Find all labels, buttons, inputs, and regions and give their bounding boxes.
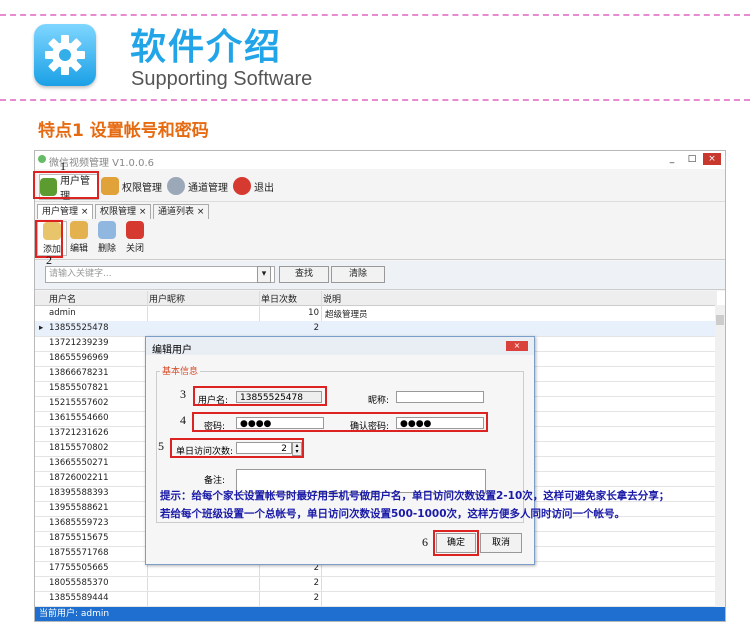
delete-icon <box>98 221 116 239</box>
action-label: 删除 <box>97 244 116 254</box>
tip-line-1: 提示：给每个家长设置帐号时最好用手机号做用户名，单日访问次数设置2-10次，这样… <box>160 490 670 502</box>
cell-daily-count: 2 <box>313 323 319 333</box>
nickname-field[interactable] <box>396 391 484 403</box>
dialog-title: 编辑用户 <box>152 345 192 356</box>
tab-user-manage[interactable]: 用户管理 × <box>37 204 94 219</box>
cell-username: 13665550271 <box>49 458 109 468</box>
highlight-box-3 <box>193 386 327 406</box>
search-input[interactable]: 请输入关键字... <box>45 266 275 283</box>
cell-username: 18755515675 <box>49 533 109 543</box>
tab-permission-manage[interactable]: 权限管理 × <box>95 204 152 219</box>
cell-username: 18055585370 <box>49 578 109 588</box>
table-header: 用户名 用户昵称 单日次数 说明 <box>35 291 717 306</box>
highlight-box-1 <box>33 171 99 199</box>
tip-line-2: 若给每个班级设置一个总帐号，单日访问次数设置500-1000次，这样方便多人同时… <box>160 508 625 520</box>
toolbar-label: 退出 <box>254 182 274 194</box>
cell-username: 18755571768 <box>49 548 109 558</box>
column-header-daily-count: 单日次数 <box>261 295 298 305</box>
cell-username: 15855507821 <box>49 383 109 393</box>
dialog-close-button[interactable]: × <box>506 341 528 351</box>
column-header-description: 说明 <box>323 295 342 305</box>
cell-username: 13685559723 <box>49 518 109 528</box>
search-button[interactable]: 查找 <box>279 266 329 283</box>
table-row[interactable]: 13855589444 2 <box>35 591 717 607</box>
delete-button[interactable]: 删除 <box>93 221 121 254</box>
highlight-box-4 <box>192 412 488 432</box>
step-marker-5: 5 <box>158 439 164 453</box>
table-row[interactable]: ▸ 13855525478 2 <box>35 321 717 337</box>
feature-heading: 特点1 设置帐号和密码 <box>38 121 209 141</box>
cell-username: 13721239239 <box>49 338 109 348</box>
cell-username: 17755505665 <box>49 563 109 573</box>
cell-username: 18726002211 <box>49 473 109 483</box>
cell-username: 13855589444 <box>49 593 109 603</box>
permission-icon <box>101 177 119 195</box>
status-bar: 当前用户: admin <box>35 607 725 621</box>
highlight-box-5 <box>170 438 304 458</box>
highlight-box-6 <box>433 530 479 556</box>
scrollbar-thumb[interactable] <box>716 315 724 325</box>
cell-username: 13855525478 <box>49 323 109 333</box>
cell-description: 超级管理员 <box>325 310 368 320</box>
cancel-button[interactable]: 取消 <box>480 533 522 553</box>
permission-manage-button[interactable]: 权限管理 <box>101 174 163 198</box>
toolbar-label: 权限管理 <box>122 182 162 194</box>
search-dropdown-chevron-icon[interactable]: ▾ <box>257 266 271 283</box>
cell-username: 13955588621 <box>49 503 109 513</box>
cell-daily-count: 10 <box>308 308 319 318</box>
cell-username: 18655596969 <box>49 353 109 363</box>
step-marker-6: 6 <box>422 535 428 549</box>
group-label: 基本信息 <box>160 364 201 377</box>
close-tab-button[interactable]: 关闭 <box>121 221 149 254</box>
header-divider <box>0 99 750 101</box>
cell-username: admin <box>49 308 76 318</box>
tab-bar: 用户管理 × 权限管理 × 通道列表 × <box>35 203 725 220</box>
page-title: 软件介绍 <box>130 27 283 68</box>
step-marker-3: 3 <box>180 387 186 401</box>
software-gear-icon <box>34 24 96 86</box>
page-subtitle: Supporting Software <box>131 68 313 90</box>
cell-username: 13721231626 <box>49 428 109 438</box>
exit-button[interactable]: 退出 <box>233 174 277 198</box>
channel-manage-button[interactable]: 通道管理 <box>167 174 229 198</box>
minimize-button[interactable]: _ <box>663 153 681 165</box>
cell-daily-count: 2 <box>313 593 319 603</box>
remark-label: 备注: <box>204 476 226 486</box>
current-row-indicator-icon: ▸ <box>39 323 44 333</box>
cell-daily-count: 2 <box>313 578 319 588</box>
cell-username: 13866678231 <box>49 368 109 378</box>
gear-icon <box>167 177 185 195</box>
app-logo-icon <box>38 155 46 163</box>
action-label: 编辑 <box>69 244 88 254</box>
cell-username: 18395588393 <box>49 488 109 498</box>
step-marker-1: 1 <box>60 159 66 173</box>
cell-username: 18155570802 <box>49 443 109 453</box>
nickname-label: 昵称: <box>368 396 390 406</box>
table-row[interactable]: 18055585370 2 <box>35 576 717 592</box>
window-titlebar: 微信视频管理 V1.0.0.6 _ □ × <box>35 151 725 169</box>
close-icon <box>126 221 144 239</box>
step-marker-4: 4 <box>180 413 186 427</box>
top-divider <box>0 14 750 16</box>
dialog-titlebar: 编辑用户 × <box>146 337 534 356</box>
toolbar-label: 通道管理 <box>188 182 228 194</box>
maximize-button[interactable]: □ <box>683 153 701 165</box>
cell-username: 13615554660 <box>49 413 109 423</box>
close-window-button[interactable]: × <box>703 153 721 165</box>
step-marker-2: 2 <box>46 253 52 267</box>
exit-icon <box>233 177 251 195</box>
action-label: 关闭 <box>125 244 144 254</box>
action-toolbar: 添加 编辑 删除 关闭 <box>35 219 725 260</box>
tab-channel-list[interactable]: 通道列表 × <box>153 204 210 219</box>
main-toolbar: 用户管理 权限管理 通道管理 退出 <box>35 171 725 202</box>
cell-username: 15215557602 <box>49 398 109 408</box>
edit-button[interactable]: 编辑 <box>65 221 93 254</box>
search-bar: 请输入关键字... ▾ 查找 清除 <box>35 261 725 290</box>
column-header-nickname: 用户昵称 <box>149 295 186 305</box>
edit-icon <box>70 221 88 239</box>
clear-button[interactable]: 清除 <box>331 266 385 283</box>
table-row[interactable]: admin 10 超级管理员 <box>35 306 717 322</box>
column-header-username: 用户名 <box>49 295 77 305</box>
table-scrollbar[interactable] <box>715 305 725 607</box>
